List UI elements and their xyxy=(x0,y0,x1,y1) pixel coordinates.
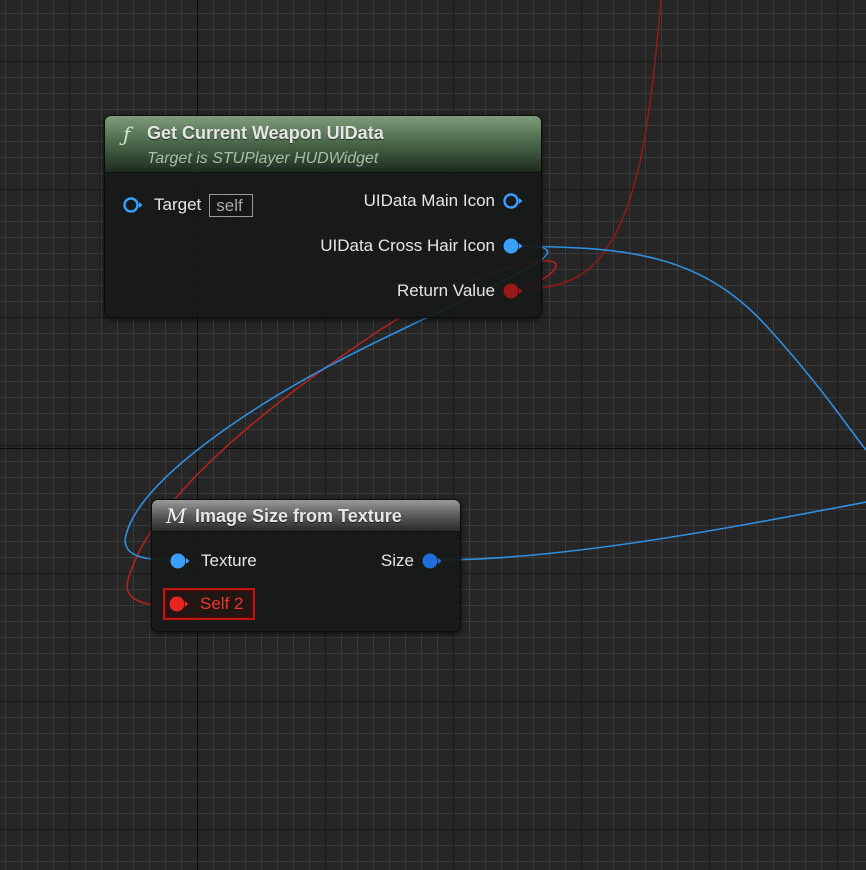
pin-label-target: Target xyxy=(154,195,202,214)
node-header[interactable]: M Image Size from Texture xyxy=(152,500,460,532)
macro-icon: M xyxy=(166,504,187,528)
object-pin-icon[interactable] xyxy=(170,553,190,569)
pin-label-size: Size xyxy=(380,551,414,570)
node-subtitle: Target is STUPlayer HUDWidget xyxy=(147,150,379,167)
pin-label-uidata-main-icon: UIData Main Icon xyxy=(363,191,495,210)
pin-label-return-value: Return Value xyxy=(397,281,495,300)
pin-row-self2-error: Self 2 xyxy=(162,588,256,620)
struct-pin-icon[interactable] xyxy=(503,283,523,299)
struct-pin-icon[interactable] xyxy=(169,596,189,612)
pin-row-uidata-cross-hair-icon: UIData Cross Hair Icon xyxy=(320,234,523,258)
object-pin-icon[interactable] xyxy=(422,553,442,569)
target-default-value-field[interactable]: self xyxy=(209,193,254,217)
object-pin-icon[interactable] xyxy=(123,197,143,213)
node-image-size-from-texture[interactable]: M Image Size from Texture Texture Self 2… xyxy=(151,499,461,632)
node-title: Get Current Weapon UIData xyxy=(147,123,384,143)
pin-row-target: Target self xyxy=(123,193,254,217)
pin-row-return-value: Return Value xyxy=(397,279,523,303)
wire-crosshair-offscreen[interactable] xyxy=(517,245,866,451)
node-get-current-weapon-uidata[interactable]: ƒ Get Current Weapon UIData Target is ST… xyxy=(104,115,542,318)
pin-row-texture: Texture xyxy=(170,549,257,573)
pin-row-uidata-main-icon: UIData Main Icon xyxy=(364,189,523,213)
function-icon: ƒ xyxy=(123,122,131,146)
pin-row-size: Size xyxy=(381,549,442,573)
pin-label-uidata-cross-hair-icon: UIData Cross Hair Icon xyxy=(320,236,495,255)
node-header[interactable]: ƒ Get Current Weapon UIData Target is ST… xyxy=(105,116,541,173)
wire-size-offscreen[interactable] xyxy=(435,501,866,561)
pin-label-self2: Self 2 xyxy=(200,594,244,613)
node-title: Image Size from Texture xyxy=(195,506,402,526)
pin-label-texture: Texture xyxy=(201,551,257,570)
object-pin-icon[interactable] xyxy=(503,238,523,254)
object-pin-icon[interactable] xyxy=(503,193,523,209)
